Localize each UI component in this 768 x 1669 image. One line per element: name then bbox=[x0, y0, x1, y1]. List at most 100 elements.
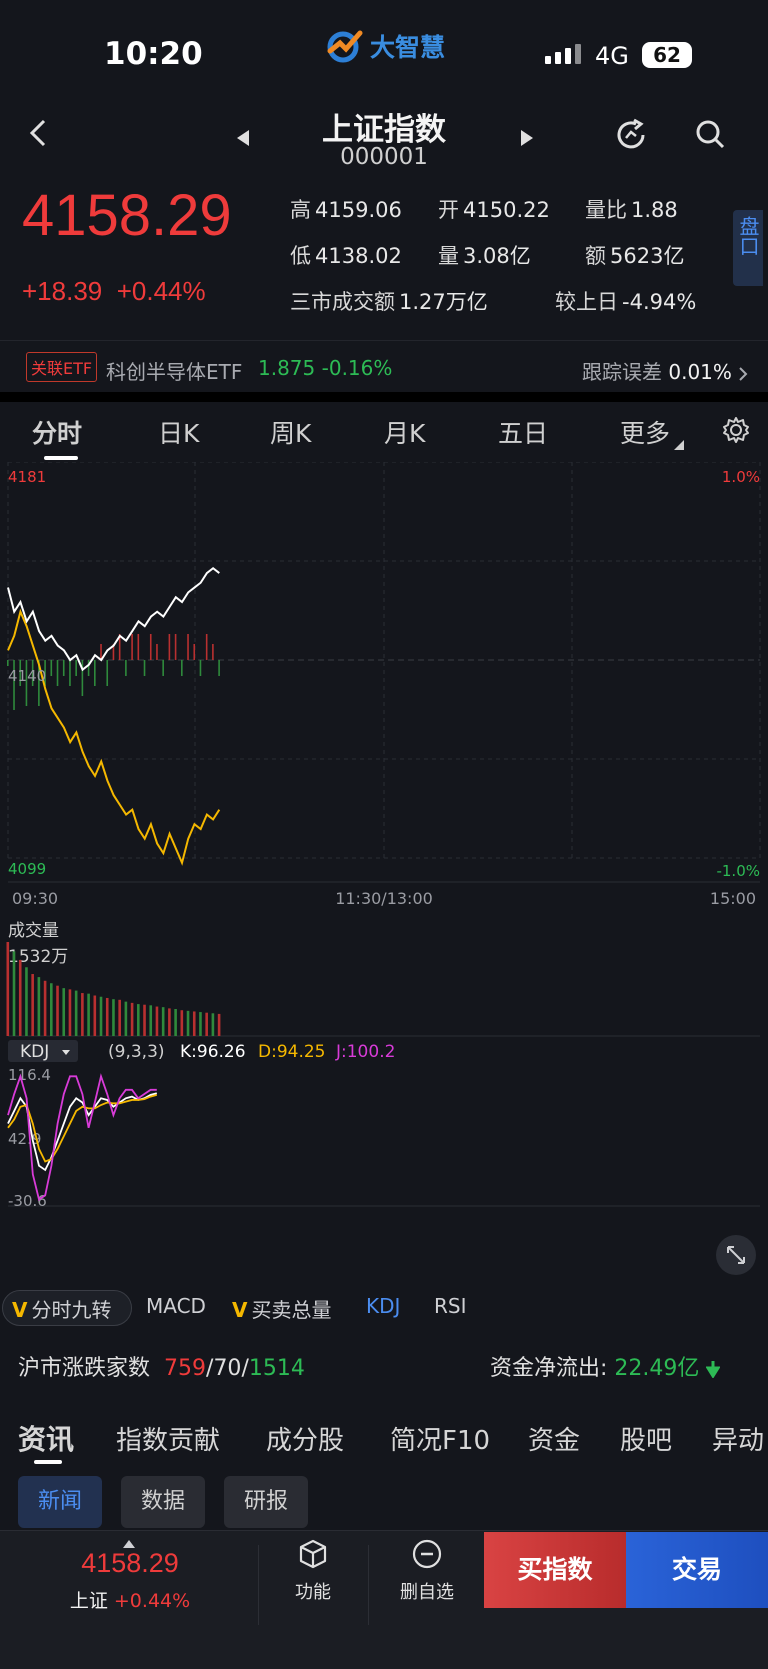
tab-intraday[interactable]: 分时 bbox=[32, 414, 82, 450]
kdj-tick-label: 116.4 bbox=[8, 1066, 51, 1084]
itab-macd[interactable]: MACD bbox=[146, 1294, 206, 1318]
intraday-chart[interactable]: 4181 4140 4099 1.0% -1.0% 09:30 11:30/13… bbox=[0, 462, 768, 1284]
tab-daily-k[interactable]: 日K bbox=[158, 414, 199, 450]
pankou-button[interactable]: 盘口 bbox=[733, 210, 763, 286]
strength-bar bbox=[137, 634, 140, 660]
market-breadth: 沪市涨跌家数 759/70/1514 bbox=[18, 1356, 305, 1381]
strength-bar bbox=[187, 634, 189, 660]
volume-max: 1532万 bbox=[8, 947, 68, 967]
volume-bar bbox=[12, 951, 16, 1036]
next-index-button[interactable] bbox=[520, 128, 534, 152]
strength-bar bbox=[94, 660, 96, 686]
strength-bar bbox=[218, 660, 220, 676]
itab-buy-sell-total[interactable]: V 买卖总量 bbox=[232, 1294, 331, 1323]
volume-bar bbox=[37, 977, 41, 1036]
volume-bar bbox=[118, 999, 121, 1036]
volume-bar bbox=[31, 974, 34, 1036]
volume-bar bbox=[155, 1006, 159, 1036]
strength-bar bbox=[156, 644, 158, 660]
etf-quote: 1.875 -0.16% bbox=[258, 356, 393, 380]
app-name: 大智慧 bbox=[370, 33, 446, 62]
app-logo: 大智慧 bbox=[326, 26, 445, 66]
strength-bar bbox=[181, 660, 183, 676]
volume-bar bbox=[112, 999, 115, 1036]
volume-bar bbox=[130, 1002, 134, 1036]
chip-news[interactable]: 新闻 bbox=[18, 1476, 102, 1528]
itab-jiuzhuan-label: V 分时九转 bbox=[12, 1298, 112, 1322]
volume-bar bbox=[143, 1004, 146, 1036]
stat-vol-ratio: 量比 1.88 bbox=[585, 198, 678, 222]
tab-weekly-k[interactable]: 周K bbox=[270, 414, 311, 450]
security-code: 000001 bbox=[340, 144, 428, 170]
volume-bar bbox=[137, 1004, 140, 1036]
y-mid-price: 4140 bbox=[8, 667, 46, 685]
tab-constituents[interactable]: 成分股 bbox=[266, 1420, 344, 1457]
chip-research[interactable]: 研报 bbox=[224, 1476, 308, 1528]
volume-bar bbox=[62, 988, 66, 1036]
strength-bar bbox=[106, 660, 109, 686]
y-bottom-pct: -1.0% bbox=[716, 862, 760, 880]
kdj-params: (9,3,3) bbox=[108, 1042, 165, 1062]
volume-bar bbox=[205, 1012, 208, 1036]
battery-icon: 62 bbox=[642, 42, 692, 68]
strength-bar bbox=[174, 634, 177, 660]
bottom-divider bbox=[368, 1545, 369, 1625]
volume-bar bbox=[87, 993, 90, 1036]
change-percent: +0.44% bbox=[116, 276, 206, 306]
volume-title: 成交量 bbox=[8, 921, 59, 941]
volume-bar bbox=[43, 980, 47, 1036]
remove-watchlist-button[interactable]: 删自选 bbox=[392, 1538, 462, 1604]
chart-settings-icon[interactable] bbox=[722, 416, 750, 448]
stat-vs-prev: 较上日 -4.94% bbox=[555, 290, 697, 314]
x-start: 09:30 bbox=[12, 889, 58, 908]
refresh-icon[interactable] bbox=[614, 118, 648, 156]
strength-bar bbox=[162, 660, 164, 676]
tab-forum[interactable]: 股吧 bbox=[620, 1420, 672, 1457]
expand-chart-button[interactable] bbox=[716, 1235, 756, 1275]
logo-icon bbox=[327, 30, 363, 63]
v-badge-icon: V bbox=[232, 1298, 248, 1322]
strength-bar bbox=[131, 634, 133, 660]
chip-data[interactable]: 数据 bbox=[121, 1476, 205, 1528]
strength-bar bbox=[87, 660, 90, 676]
stat-low: 低 4138.02 bbox=[290, 244, 402, 268]
tab-more[interactable]: 更多 bbox=[620, 414, 685, 450]
itab-rsi[interactable]: RSI bbox=[434, 1294, 467, 1318]
bottom-price[interactable]: 4158.29 bbox=[60, 1548, 200, 1579]
signal-icon bbox=[545, 44, 581, 64]
tab-f10[interactable]: 简况F10 bbox=[390, 1420, 490, 1457]
network-type: 4G bbox=[595, 42, 629, 70]
triangle-right-icon bbox=[521, 130, 533, 146]
tab-funds[interactable]: 资金 bbox=[528, 1420, 580, 1457]
strength-bar bbox=[143, 660, 146, 676]
volume-bar bbox=[217, 1013, 221, 1036]
volume-bar bbox=[174, 1009, 177, 1036]
change-value: +18.39 bbox=[22, 276, 103, 306]
active-news-tab-indicator bbox=[34, 1460, 62, 1464]
tab-monthly-k[interactable]: 月K bbox=[384, 414, 425, 450]
volume-bar bbox=[93, 995, 97, 1036]
y-top-pct: 1.0% bbox=[722, 468, 760, 486]
itab-kdj[interactable]: KDJ bbox=[366, 1294, 400, 1318]
strength-bar bbox=[149, 634, 152, 660]
price-change: +18.39 +0.44% bbox=[22, 276, 206, 307]
stat-high: 高 4159.06 bbox=[290, 198, 402, 222]
etf-tag: 关联ETF bbox=[26, 352, 98, 382]
buy-index-button[interactable]: 买指数 bbox=[484, 1532, 626, 1608]
tab-five-day[interactable]: 五日 bbox=[498, 414, 548, 450]
trade-button[interactable]: 交易 bbox=[626, 1532, 768, 1608]
y-top-price: 4181 bbox=[8, 468, 46, 486]
tab-movements[interactable]: 异动 bbox=[712, 1420, 764, 1457]
kdj-j-value: J:100.2 bbox=[335, 1042, 395, 1062]
volume-bar bbox=[161, 1007, 165, 1036]
tab-index-contribution[interactable]: 指数贡献 bbox=[116, 1420, 220, 1457]
etf-name: 科创半导体ETF bbox=[106, 360, 243, 384]
search-icon[interactable] bbox=[694, 118, 726, 154]
function-button[interactable]: 功能 bbox=[278, 1538, 348, 1604]
v-badge-icon: V bbox=[12, 1298, 28, 1322]
tracking-error: 跟踪误差 0.01% bbox=[582, 356, 748, 385]
strength-bar bbox=[7, 660, 9, 666]
volume-bar bbox=[50, 983, 53, 1036]
volume-bar bbox=[199, 1012, 202, 1036]
tab-news[interactable]: 资讯 bbox=[18, 1418, 74, 1458]
